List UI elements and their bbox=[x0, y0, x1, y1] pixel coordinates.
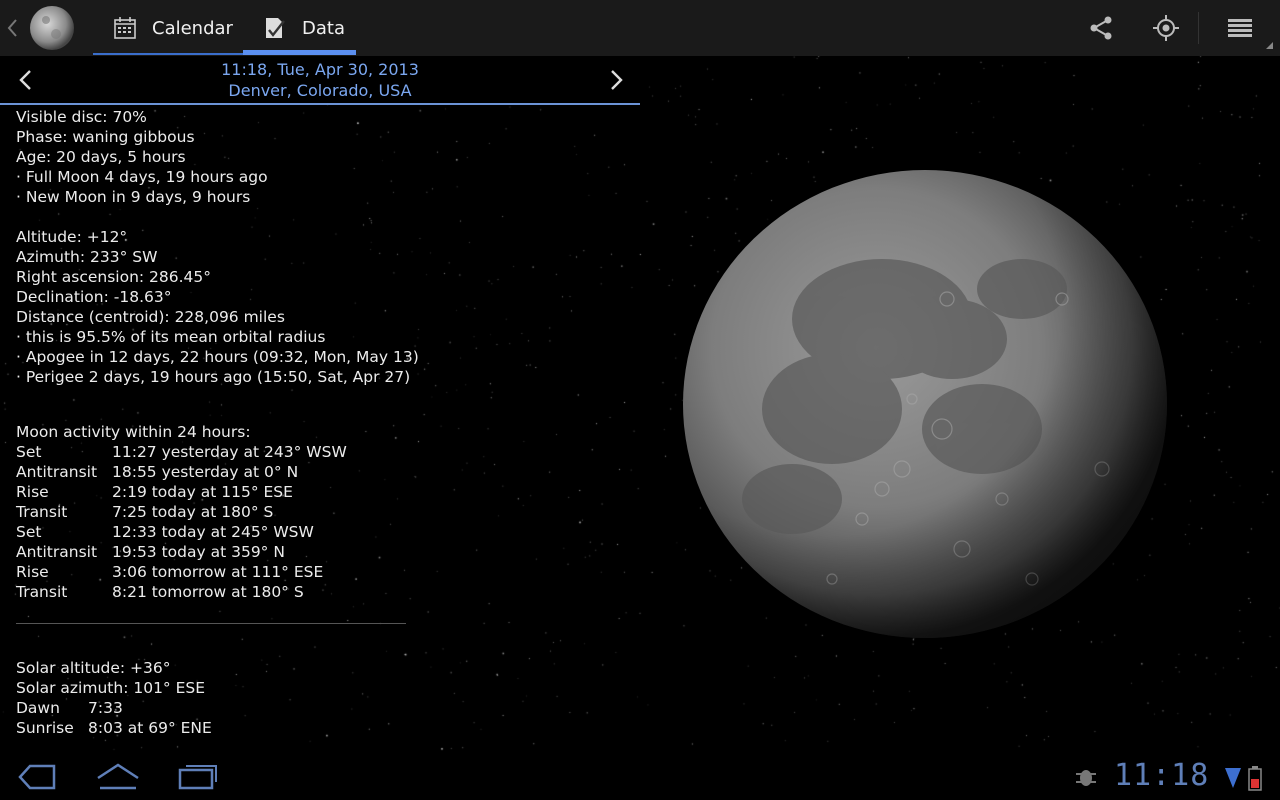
action-divider bbox=[1198, 12, 1199, 44]
tab-data-label: Data bbox=[302, 17, 345, 39]
tab-calendar-label: Calendar bbox=[152, 17, 233, 39]
activity-detail: 3:06 tomorrow at 111° ESE bbox=[112, 563, 324, 581]
solar-azimuth: Solar azimuth: 101° ESE bbox=[16, 679, 206, 697]
activity-event: Transit bbox=[16, 503, 68, 521]
distance: Distance (centroid): 228,096 miles bbox=[16, 308, 285, 326]
right-ascension: Right ascension: 286.45° bbox=[16, 268, 212, 286]
azimuth: Azimuth: 233° SW bbox=[16, 248, 158, 266]
activity-event: Transit bbox=[16, 583, 68, 601]
next-date-button[interactable] bbox=[606, 66, 626, 94]
solar-row: Sunrise 8:03 at 69° ENE bbox=[16, 718, 636, 738]
activity-event: Rise bbox=[16, 483, 49, 501]
system-clock[interactable]: 11:18 bbox=[1114, 758, 1209, 793]
back-icon[interactable] bbox=[16, 762, 58, 792]
solar-event-list: Dawn 7:33 Sunrise 8:03 at 69° ENE bbox=[16, 698, 636, 738]
visible-disc: Visible disc: 70% bbox=[16, 108, 147, 126]
signal-icon bbox=[1225, 768, 1241, 788]
locate-icon[interactable] bbox=[1152, 14, 1180, 42]
section-divider bbox=[16, 623, 406, 624]
tab-data[interactable]: Data bbox=[262, 0, 345, 56]
phase: Phase: waning gibbous bbox=[16, 128, 195, 146]
debug-icon bbox=[1076, 770, 1096, 786]
date-time-label[interactable]: 11:18, Tue, Apr 30, 2013 bbox=[0, 60, 640, 79]
solar-altitude: Solar altitude: +36° bbox=[16, 659, 171, 677]
calendar-icon bbox=[114, 17, 136, 39]
activity-row: Set 11:27 yesterday at 243° WSW bbox=[16, 442, 636, 462]
action-bar: Calendar Data bbox=[0, 0, 1280, 56]
activity-event: Rise bbox=[16, 563, 49, 581]
activity-detail: 19:53 today at 359° N bbox=[112, 543, 285, 561]
activity-detail: 18:55 yesterday at 0° N bbox=[112, 463, 299, 481]
battery-icon bbox=[1248, 766, 1262, 791]
home-icon[interactable] bbox=[96, 762, 140, 792]
declination: Declination: -18.63° bbox=[16, 288, 172, 306]
date-bar-divider bbox=[0, 103, 640, 105]
new-moon: · New Moon in 9 days, 9 hours bbox=[16, 188, 251, 206]
activity-row: Rise 2:19 today at 115° ESE bbox=[16, 482, 636, 502]
orbital-radius: · this is 95.5% of its mean orbital radi… bbox=[16, 328, 326, 346]
activity-detail: 7:25 today at 180° S bbox=[112, 503, 274, 521]
solar-row: Dawn 7:33 bbox=[16, 698, 636, 718]
activity-row: Antitransit 18:55 yesterday at 0° N bbox=[16, 462, 636, 482]
up-caret-icon[interactable] bbox=[4, 16, 20, 40]
moon-data-panel: Visible disc: 70% Phase: waning gibbous … bbox=[16, 107, 636, 738]
altitude: Altitude: +12° bbox=[16, 228, 128, 246]
activity-row: Transit 8:21 tomorrow at 180° S bbox=[16, 582, 636, 602]
activity-title: Moon activity within 24 hours: bbox=[16, 423, 251, 441]
activity-event: Set bbox=[16, 523, 42, 541]
recents-icon[interactable] bbox=[178, 762, 218, 792]
activity-row: Rise 3:06 tomorrow at 111° ESE bbox=[16, 562, 636, 582]
activity-detail: 8:21 tomorrow at 180° S bbox=[112, 583, 304, 601]
age: Age: 20 days, 5 hours bbox=[16, 148, 186, 166]
activity-detail: 2:19 today at 115° ESE bbox=[112, 483, 293, 501]
apogee: · Apogee in 12 days, 22 hours (09:32, Mo… bbox=[16, 348, 419, 366]
activity-event: Antitransit bbox=[16, 463, 98, 481]
solar-event: Sunrise bbox=[16, 719, 74, 737]
moon-app-logo-icon[interactable] bbox=[28, 4, 76, 52]
activity-event: Antitransit bbox=[16, 543, 98, 561]
data-check-icon bbox=[266, 18, 285, 38]
solar-detail: 8:03 at 69° ENE bbox=[88, 719, 212, 737]
overflow-indicator bbox=[1266, 42, 1273, 49]
share-icon[interactable] bbox=[1087, 14, 1115, 42]
activity-list: Set 11:27 yesterday at 243° WSW Antitransi… bbox=[16, 442, 636, 602]
selected-tab-indicator bbox=[243, 50, 356, 55]
moon-render-image[interactable] bbox=[682, 169, 1168, 639]
solar-event: Dawn bbox=[16, 699, 60, 717]
activity-row: Transit 7:25 today at 180° S bbox=[16, 502, 636, 522]
menu-icon[interactable] bbox=[1226, 14, 1254, 42]
full-moon: · Full Moon 4 days, 19 hours ago bbox=[16, 168, 268, 186]
activity-row: Antitransit 19:53 today at 359° N bbox=[16, 542, 636, 562]
activity-detail: 11:27 yesterday at 243° WSW bbox=[112, 443, 347, 461]
solar-detail: 7:33 bbox=[88, 699, 123, 717]
perigee: · Perigee 2 days, 19 hours ago (15:50, S… bbox=[16, 368, 411, 386]
activity-row: Set 12:33 today at 245° WSW bbox=[16, 522, 636, 542]
activity-detail: 12:33 today at 245° WSW bbox=[112, 523, 314, 541]
tab-calendar[interactable]: Calendar bbox=[112, 0, 233, 56]
activity-event: Set bbox=[16, 443, 42, 461]
location-label[interactable]: Denver, Colorado, USA bbox=[0, 81, 640, 100]
